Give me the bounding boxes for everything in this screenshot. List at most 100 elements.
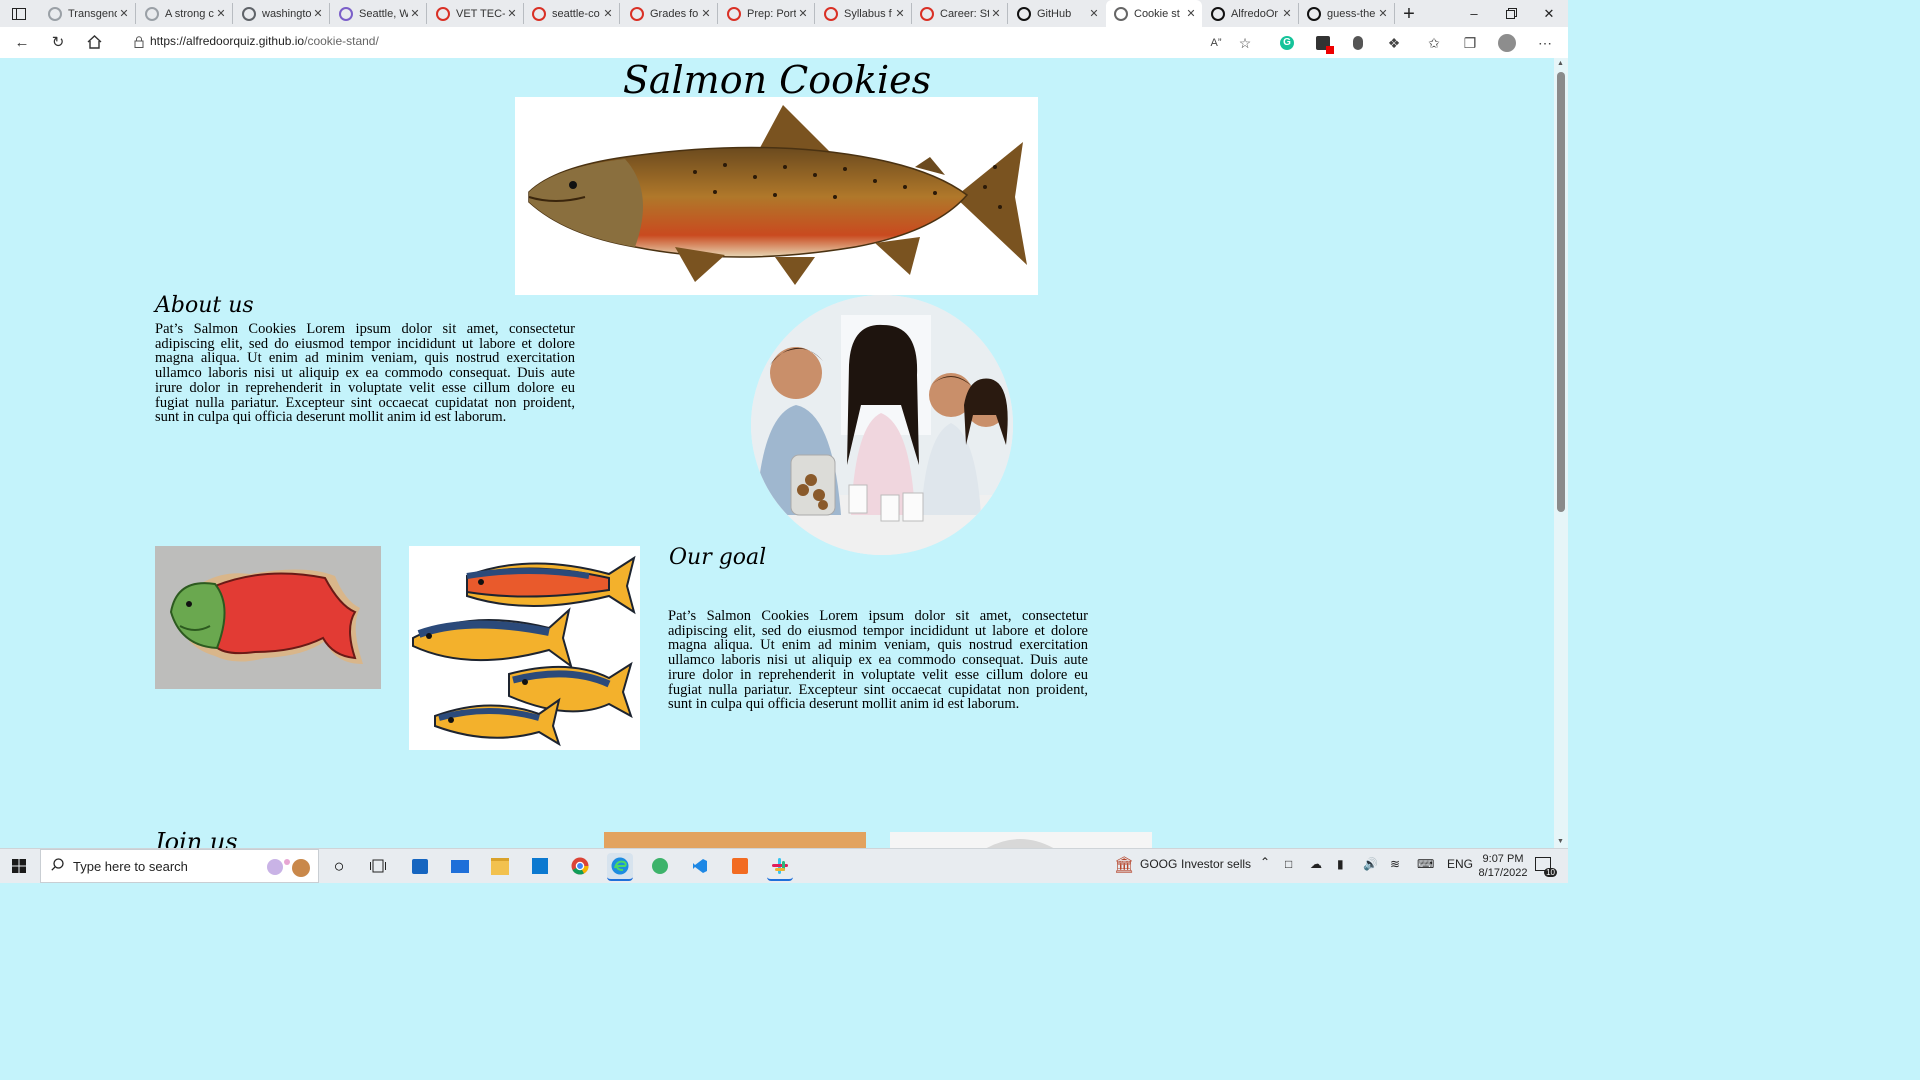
close-window-button[interactable]: ✕: [1530, 0, 1568, 27]
tab-close-icon[interactable]: ✕: [796, 7, 810, 20]
restore-button[interactable]: [1492, 0, 1530, 27]
extension-shield-icon[interactable]: [1312, 32, 1334, 54]
browser-tab[interactable]: Syllabus f ✕: [816, 3, 912, 24]
grammarly-icon[interactable]: G: [1276, 32, 1298, 54]
scroll-down-icon[interactable]: ▼: [1557, 838, 1564, 845]
cortana-icon[interactable]: ○: [326, 853, 352, 879]
mail-icon[interactable]: [447, 853, 473, 879]
vscode-icon[interactable]: [687, 853, 713, 879]
app-green-icon[interactable]: [647, 853, 673, 879]
family-photo: [751, 295, 1013, 555]
search-icon: [51, 858, 64, 874]
notification-center-icon[interactable]: 10: [1535, 857, 1557, 877]
extension-mic-icon[interactable]: [1347, 32, 1369, 54]
edge-icon[interactable]: [607, 853, 633, 881]
page-title: Salmon Cookies: [622, 58, 932, 102]
tab-close-icon[interactable]: ✕: [311, 7, 325, 20]
hero-salmon-image: [515, 97, 1038, 295]
browser-tab[interactable]: Cookie st ✕: [1106, 0, 1202, 27]
tab-title: Prep: Port: [747, 7, 796, 20]
tab-favicon-icon: [436, 6, 450, 21]
app-orange-icon[interactable]: [727, 853, 753, 879]
minimize-button[interactable]: –: [1455, 0, 1493, 27]
tray-meet-icon[interactable]: □: [1285, 857, 1292, 871]
tab-close-icon[interactable]: ✕: [989, 7, 1003, 20]
store-icon[interactable]: [407, 853, 433, 879]
browser-tab[interactable]: VET TEC-C✕: [428, 3, 524, 24]
tab-close-icon[interactable]: ✕: [117, 7, 131, 20]
lock-icon[interactable]: [127, 31, 151, 53]
browser-tab[interactable]: Transgend ✕: [40, 3, 136, 24]
browser-tab[interactable]: Prep: Port ✕: [719, 3, 815, 24]
scroll-up-icon[interactable]: ▲: [1557, 60, 1564, 67]
address-bar[interactable]: https://alfredoorquiz.github.io/cookie-s…: [150, 34, 379, 48]
page-viewport: Salmon Cookies About us Pat’s Salmon Coo…: [0, 58, 1554, 848]
browser-tab[interactable]: GitHub ✕: [1009, 3, 1105, 24]
browser-tab[interactable]: Seattle, W ✕: [331, 3, 427, 24]
task-view-icon[interactable]: [365, 853, 391, 879]
browser-tab[interactable]: Grades fo ✕: [622, 3, 718, 24]
back-icon[interactable]: ←: [10, 31, 34, 53]
tab-favicon-icon: [1307, 6, 1321, 21]
profile-avatar[interactable]: [1496, 32, 1518, 54]
tab-title: GitHub: [1037, 7, 1072, 20]
browser-tab[interactable]: Career: St ✕: [912, 3, 1008, 24]
file-explorer-icon[interactable]: [487, 853, 513, 879]
tab-title: Grades fo: [650, 7, 699, 20]
volume-icon[interactable]: 🔊: [1363, 857, 1378, 871]
windows-start-icon[interactable]: [6, 853, 32, 879]
stock-ticker[interactable]: GOOG: [1140, 857, 1177, 871]
tab-title: guess-the: [1327, 7, 1376, 20]
tab-title: VET TEC-C: [456, 7, 505, 20]
tab-close-icon[interactable]: ✕: [1184, 7, 1198, 20]
tab-favicon-icon: [242, 6, 256, 21]
tab-close-icon[interactable]: ✕: [1280, 7, 1294, 20]
tab-actions-icon[interactable]: [6, 4, 32, 24]
tab-close-icon[interactable]: ✕: [505, 7, 519, 20]
about-heading: About us: [155, 293, 254, 318]
tab-close-icon[interactable]: ✕: [214, 7, 228, 20]
new-tab-button[interactable]: +: [1396, 3, 1422, 25]
tab-close-icon[interactable]: ✕: [893, 7, 907, 20]
page-scrollbar[interactable]: ▲ ▼: [1554, 58, 1568, 848]
chrome-icon[interactable]: [567, 853, 593, 879]
join-image-1: [604, 832, 866, 848]
browser-tab[interactable]: guess-the ✕: [1299, 3, 1395, 24]
tab-close-icon[interactable]: ✕: [1376, 7, 1390, 20]
wifi-icon[interactable]: ≋: [1390, 857, 1400, 871]
refresh-icon[interactable]: ↻: [46, 31, 70, 53]
onedrive-icon[interactable]: ☁: [1310, 857, 1322, 871]
keyboard-icon[interactable]: ⌨: [1417, 857, 1434, 871]
battery-icon[interactable]: ▮: [1337, 857, 1344, 871]
tab-close-icon[interactable]: ✕: [601, 7, 615, 20]
browser-tab[interactable]: A strong c ✕: [137, 3, 233, 24]
tab-close-icon[interactable]: ✕: [408, 7, 422, 20]
app-blue-icon[interactable]: [527, 853, 553, 879]
tab-title: Transgend: [68, 7, 117, 20]
tab-title: AlfredoOr: [1231, 7, 1279, 20]
extensions-puzzle-icon[interactable]: ❖: [1383, 32, 1405, 54]
read-aloud-icon[interactable]: A”: [1205, 32, 1227, 54]
stock-bank-icon[interactable]: 🏛: [1114, 855, 1134, 875]
tab-title: washingto: [262, 7, 311, 20]
tab-close-icon[interactable]: ✕: [1087, 7, 1101, 20]
tab-favicon-icon: [48, 6, 62, 21]
browser-tab[interactable]: seattle-co ✕: [524, 3, 620, 24]
tab-close-icon[interactable]: ✕: [699, 7, 713, 20]
favorite-add-icon[interactable]: ☆: [1234, 32, 1256, 54]
scrollbar-thumb[interactable]: [1557, 72, 1565, 512]
collections-icon[interactable]: ❐: [1459, 32, 1481, 54]
slack-icon[interactable]: [767, 853, 793, 881]
clock[interactable]: 9:07 PM 8/17/2022: [1478, 852, 1528, 880]
language-indicator[interactable]: ENG: [1447, 857, 1473, 871]
stock-headline[interactable]: Investor sells: [1181, 857, 1251, 871]
tray-chevron-icon[interactable]: ⌃: [1260, 855, 1270, 869]
settings-more-icon[interactable]: ⋯: [1534, 32, 1556, 54]
taskbar-search-input[interactable]: Type here to search: [40, 849, 319, 883]
tab-title: A strong c: [165, 7, 214, 20]
favorites-icon[interactable]: ✩: [1423, 32, 1445, 54]
browser-tab[interactable]: AlfredoOr ✕: [1203, 3, 1299, 24]
salmon-cookie-photo: [155, 546, 381, 689]
home-icon[interactable]: [82, 31, 106, 53]
browser-tab[interactable]: washingto ✕: [234, 3, 330, 24]
